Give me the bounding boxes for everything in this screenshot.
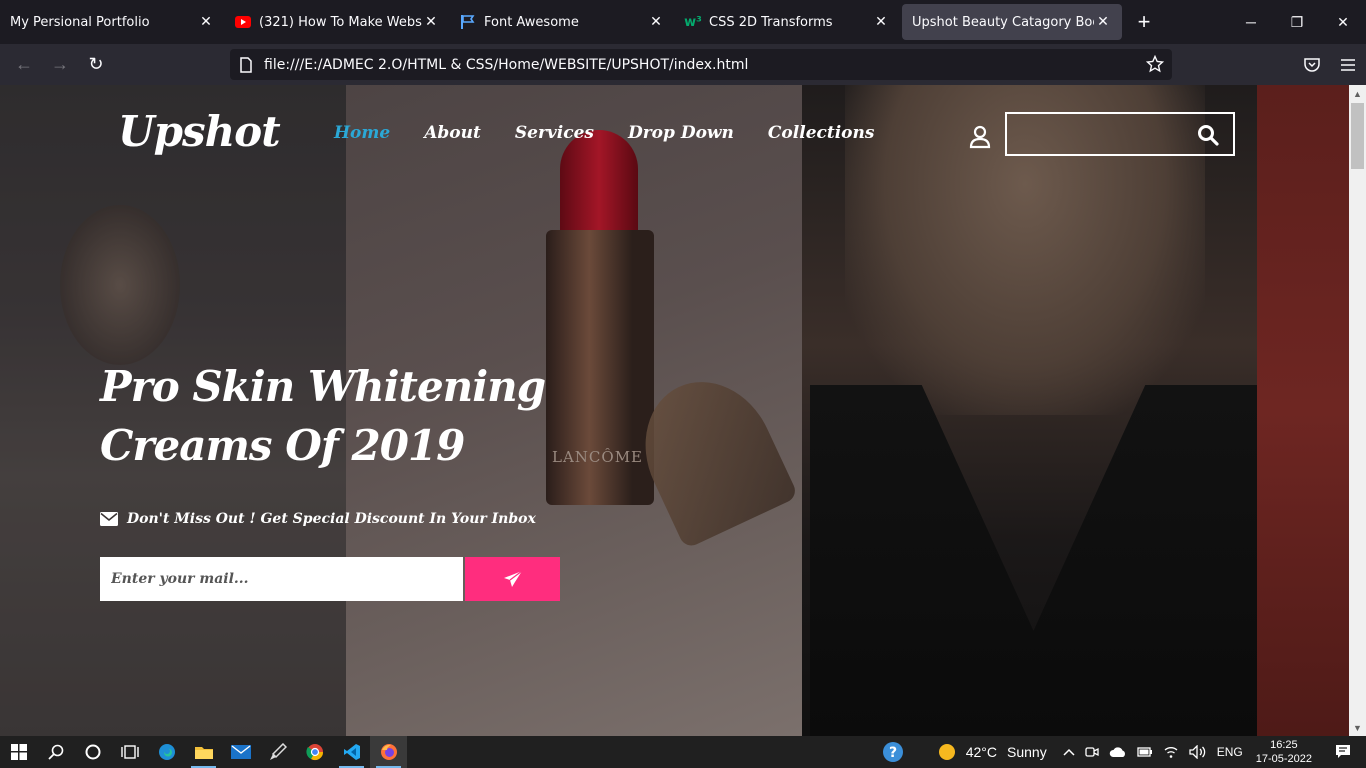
close-tab-icon[interactable]: ✕ xyxy=(647,14,665,30)
send-button[interactable] xyxy=(465,557,560,601)
close-tab-icon[interactable]: ✕ xyxy=(197,14,215,30)
svg-text:?: ? xyxy=(889,745,897,761)
promo-text: Don't Miss Out ! Get Special Discount In… xyxy=(127,511,536,527)
scroll-down-icon[interactable]: ▼ xyxy=(1349,719,1366,736)
task-view-icon[interactable] xyxy=(111,736,148,768)
onedrive-cloud-icon[interactable] xyxy=(1104,736,1132,768)
clock-date: 17-05-2022 xyxy=(1255,753,1312,765)
windows-start-icon[interactable] xyxy=(0,736,37,768)
tab-label: My Persional Portfolio xyxy=(10,14,150,30)
menu-item-drop-down[interactable]: Drop Down xyxy=(628,123,734,143)
tab-upshot[interactable]: Upshot Beauty Catagory Bootstrap F ✕ xyxy=(902,4,1122,40)
url-text: file:///E:/ADMEC 2.O/HTML & CSS/Home/WEB… xyxy=(264,56,749,73)
weather-sun-icon[interactable] xyxy=(933,736,961,768)
clock[interactable]: 16:25 17-05-2022 xyxy=(1248,738,1320,766)
main-menu: Home About Services Drop Down Collection… xyxy=(334,123,874,143)
battery-icon[interactable] xyxy=(1132,736,1158,768)
wifi-icon[interactable] xyxy=(1158,736,1184,768)
notification-icon[interactable] xyxy=(1320,736,1366,768)
tab-label: Font Awesome xyxy=(484,14,579,30)
youtube-icon xyxy=(235,14,251,30)
w3schools-icon: w³ xyxy=(684,14,702,30)
tab-youtube[interactable]: (321) How To Make Website Wit ✕ xyxy=(225,0,450,44)
scroll-thumb[interactable] xyxy=(1351,103,1364,169)
window-controls: ─ ❐ ✕ xyxy=(1228,0,1366,44)
weather-temp[interactable]: 42°C xyxy=(961,736,1002,768)
lipstick-bullet xyxy=(560,130,638,240)
edge-icon[interactable] xyxy=(148,736,185,768)
site-logo[interactable]: Upshot xyxy=(118,107,281,156)
clock-time: 16:25 xyxy=(1270,739,1298,751)
search-icon[interactable] xyxy=(1197,124,1219,146)
page-viewport: LANCÔME Upshot Home About Services Drop … xyxy=(0,85,1349,736)
close-tab-icon[interactable]: ✕ xyxy=(1094,14,1112,30)
toolbar-right xyxy=(1294,44,1366,85)
tab-portfolio[interactable]: My Persional Portfolio ✕ xyxy=(0,0,225,44)
hero-title-line2: Creams Of 2019 xyxy=(100,421,465,470)
browser-tab-strip: My Persional Portfolio ✕ (321) How To Ma… xyxy=(0,0,1366,44)
site-search xyxy=(1005,112,1235,156)
user-icon[interactable] xyxy=(969,125,991,149)
close-tab-icon[interactable]: ✕ xyxy=(872,14,890,30)
close-tab-icon[interactable]: ✕ xyxy=(422,14,440,30)
vscode-icon[interactable] xyxy=(333,736,370,768)
subscribe-form xyxy=(100,557,560,601)
taskbar-search-icon[interactable] xyxy=(37,736,74,768)
tab-font-awesome[interactable]: Font Awesome ✕ xyxy=(450,0,675,44)
menu-item-about[interactable]: About xyxy=(424,123,481,143)
chrome-icon[interactable] xyxy=(296,736,333,768)
forward-arrow-icon[interactable]: → xyxy=(42,49,78,81)
chevron-up-icon[interactable] xyxy=(1058,736,1080,768)
back-arrow-icon[interactable]: ← xyxy=(6,49,42,81)
email-field[interactable] xyxy=(100,557,463,601)
windows-taskbar: ? 42°C Sunny ENG 16:25 17-05-2022 xyxy=(0,736,1366,768)
new-tab-button[interactable]: + xyxy=(1124,0,1164,44)
pocket-icon[interactable] xyxy=(1294,44,1330,85)
browser-toolbar: ← → ↻ file:///E:/ADMEC 2.O/HTML & CSS/Ho… xyxy=(0,44,1366,85)
hero-title: Pro Skin Whitening Creams Of 2019 xyxy=(100,357,620,475)
tab-label: (321) How To Make Website Wit xyxy=(259,14,422,30)
tab-label: Upshot Beauty Catagory Bootstrap F xyxy=(912,14,1094,30)
system-tray: ? 42°C Sunny ENG 16:25 17-05-2022 xyxy=(877,736,1366,768)
flag-icon xyxy=(460,14,476,30)
close-window-icon[interactable]: ✕ xyxy=(1320,0,1366,44)
envelope-icon xyxy=(100,512,118,526)
language-indicator[interactable]: ENG xyxy=(1212,736,1248,768)
cortana-icon[interactable] xyxy=(74,736,111,768)
page-scrollbar[interactable]: ▲ ▼ xyxy=(1349,85,1366,736)
hero-image-red xyxy=(1257,85,1349,736)
minimize-icon[interactable]: ─ xyxy=(1228,0,1274,44)
help-icon[interactable]: ? xyxy=(877,736,909,768)
volume-icon[interactable] xyxy=(1184,736,1212,768)
menu-item-services[interactable]: Services xyxy=(515,123,594,143)
restore-icon[interactable]: ❐ xyxy=(1274,0,1320,44)
tab-label: CSS 2D Transforms xyxy=(709,14,833,30)
menu-item-collections[interactable]: Collections xyxy=(768,123,875,143)
menu-hamburger-icon[interactable] xyxy=(1330,44,1366,85)
firefox-icon[interactable] xyxy=(370,736,407,768)
menu-item-home[interactable]: Home xyxy=(334,123,390,143)
reload-icon[interactable]: ↻ xyxy=(78,49,114,81)
address-bar[interactable]: file:///E:/ADMEC 2.O/HTML & CSS/Home/WEB… xyxy=(230,49,1172,80)
meet-now-icon[interactable] xyxy=(1080,736,1104,768)
hero-title-line1: Pro Skin Whitening xyxy=(100,362,546,411)
scroll-up-icon[interactable]: ▲ xyxy=(1349,85,1366,102)
file-icon xyxy=(240,56,252,73)
mail-app-icon[interactable] xyxy=(222,736,259,768)
file-explorer-icon[interactable] xyxy=(185,736,222,768)
paper-plane-icon xyxy=(503,570,522,587)
bookmark-star-icon[interactable] xyxy=(1146,55,1164,73)
weather-condition[interactable]: Sunny xyxy=(1002,736,1052,768)
tab-css-transforms[interactable]: w³ CSS 2D Transforms ✕ xyxy=(675,0,900,44)
search-input[interactable] xyxy=(1007,114,1187,154)
paint-brush-icon[interactable] xyxy=(259,736,296,768)
promo-line: Don't Miss Out ! Get Special Discount In… xyxy=(100,511,536,527)
